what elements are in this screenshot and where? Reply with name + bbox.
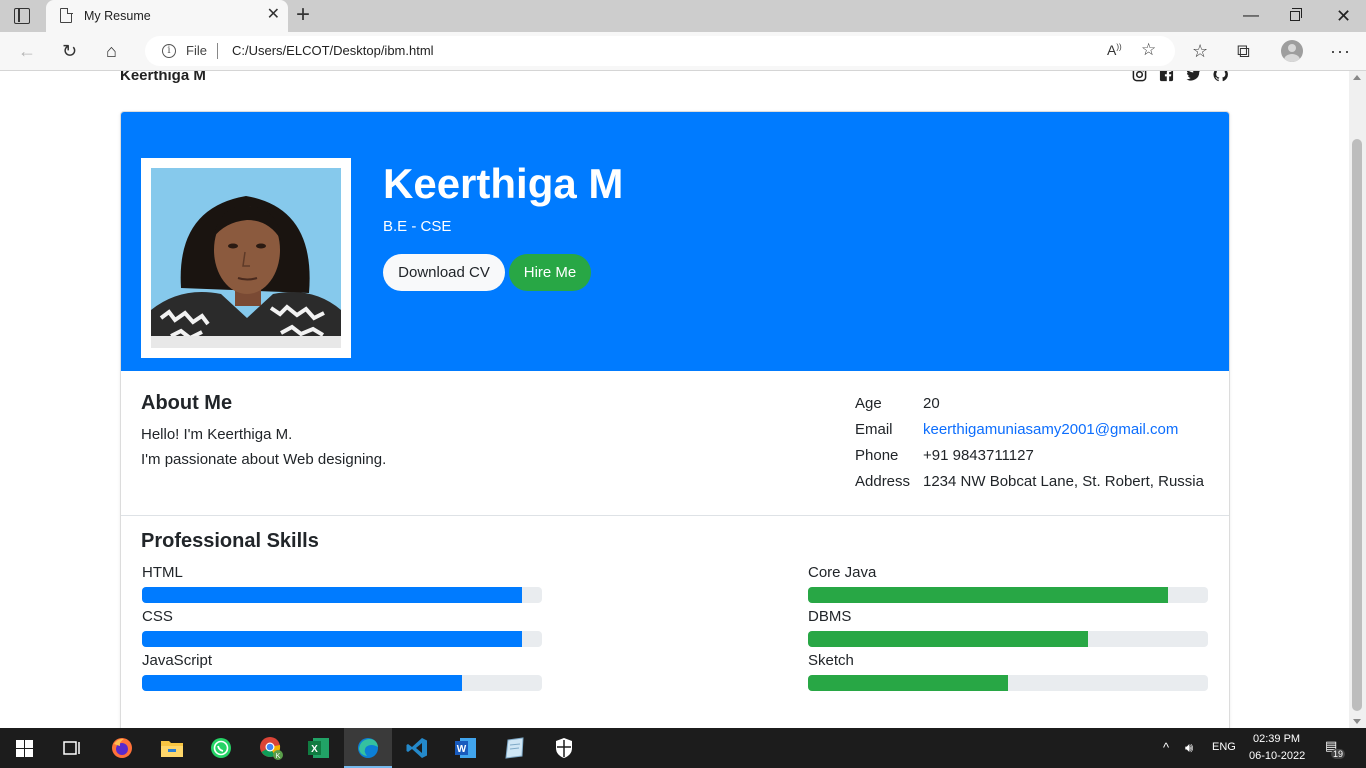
info-icon[interactable]: i: [162, 44, 176, 58]
refresh-icon[interactable]: ↻: [62, 41, 77, 61]
browser-tab[interactable]: My Resume ✕: [46, 0, 288, 32]
about-line: I'm passionate about Web designing.: [141, 451, 387, 468]
skill-progress-fill: [142, 675, 462, 691]
info-label-email: Email: [855, 421, 893, 438]
skill-progress-bar: [142, 631, 542, 647]
skill-name: Core Java: [808, 564, 877, 581]
skill-progress-bar: [142, 675, 542, 691]
hire-me-button[interactable]: Hire Me: [509, 254, 591, 291]
file-explorer-icon[interactable]: [158, 734, 186, 762]
download-cv-button[interactable]: Download CV: [383, 254, 505, 291]
skill-name: Sketch: [808, 652, 854, 669]
skill-progress-bar: [808, 587, 1208, 603]
minimize-icon[interactable]: —: [1243, 6, 1259, 26]
info-value-age: 20: [923, 395, 940, 412]
address-separator: [217, 43, 218, 59]
restore-icon[interactable]: [1290, 6, 1302, 27]
security-icon[interactable]: [550, 734, 578, 762]
info-value-address: 1234 NW Bobcat Lane, St. Robert, Russia: [923, 473, 1204, 490]
skill-name: JavaScript: [142, 652, 213, 669]
twitter-icon[interactable]: [1186, 71, 1201, 82]
collections-icon[interactable]: ⧉: [1237, 41, 1250, 61]
input-language[interactable]: ENG: [1212, 741, 1236, 753]
edge-icon[interactable]: [354, 734, 382, 762]
chrome-icon[interactable]: K: [257, 734, 285, 762]
clock-date[interactable]: 06-10-2022: [1249, 750, 1305, 762]
browser-toolbar: ← ↻ ⌂ i File C:/Users/ELCOT/Desktop/ibm.…: [0, 32, 1366, 71]
skill-progress-bar: [142, 587, 542, 603]
email-link[interactable]: keerthigamuniasamy2001@gmail.com: [923, 421, 1178, 438]
vscode-icon[interactable]: [403, 734, 431, 762]
firefox-icon[interactable]: [108, 734, 136, 762]
profile-avatar[interactable]: [1281, 40, 1303, 62]
whatsapp-icon[interactable]: [207, 734, 235, 762]
scroll-down-icon[interactable]: [1353, 719, 1361, 724]
skill-progress-fill: [808, 631, 1088, 647]
github-icon[interactable]: [1213, 71, 1228, 82]
skills-title: Professional Skills: [141, 530, 319, 552]
windows-taskbar: K X W ^ 🔊︎ ENG 02:39 PM 06-10-2022 ▤ 19: [0, 728, 1366, 768]
notification-count: 19: [1331, 749, 1346, 759]
skill-progress-bar: [808, 675, 1208, 691]
more-menu-icon[interactable]: ···: [1330, 41, 1351, 61]
excel-icon[interactable]: X: [305, 734, 333, 762]
skill-name: DBMS: [808, 608, 852, 625]
profile-photo-frame: [141, 158, 351, 358]
show-hidden-icons[interactable]: ^: [1163, 740, 1169, 755]
navbar-brand[interactable]: Keerthiga M: [120, 71, 206, 84]
volume-icon[interactable]: 🔊︎: [1185, 740, 1193, 756]
skill-progress-bar: [808, 631, 1208, 647]
tab-actions-icon[interactable]: [14, 8, 30, 24]
word-icon[interactable]: W: [452, 734, 480, 762]
address-bar[interactable]: i File C:/Users/ELCOT/Desktop/ibm.html A…: [145, 36, 1175, 66]
info-value-phone: +91 9843711127: [923, 447, 1034, 464]
address-prefix: File: [186, 43, 207, 58]
hero-degree: B.E - CSE: [383, 218, 452, 235]
hero-name: Keerthiga M: [383, 160, 624, 207]
about-title: About Me: [141, 392, 233, 414]
favorites-icon[interactable]: ☆: [1192, 41, 1208, 61]
clock-time[interactable]: 02:39 PM: [1253, 733, 1300, 745]
tab-close-icon[interactable]: ✕: [267, 7, 280, 23]
add-favorite-icon[interactable]: ☆: [1141, 40, 1156, 60]
skill-name: CSS: [142, 608, 173, 625]
info-label-age: Age: [855, 395, 882, 412]
facebook-icon[interactable]: [1159, 71, 1174, 82]
skill-progress-fill: [808, 587, 1168, 603]
skill-progress-fill: [142, 631, 522, 647]
svg-text:K: K: [276, 753, 281, 760]
info-label-phone: Phone: [855, 447, 899, 464]
new-tab-icon[interactable]: +: [296, 3, 310, 27]
page-icon: [60, 7, 73, 23]
info-label-address: Address: [855, 473, 911, 490]
section-divider: [121, 515, 1229, 516]
about-line: Hello! I'm Keerthiga M.: [141, 426, 293, 443]
skill-name: HTML: [142, 564, 183, 581]
windows-start-icon[interactable]: [16, 740, 33, 757]
notes-icon[interactable]: [501, 734, 529, 762]
resume-card: Keerthiga M B.E - CSE Download CV Hire M…: [120, 111, 1230, 728]
scroll-up-icon[interactable]: [1353, 75, 1361, 80]
vertical-scrollbar[interactable]: [1349, 71, 1366, 728]
profile-photo: [151, 168, 341, 348]
back-icon[interactable]: ←: [18, 41, 36, 61]
skill-progress-fill: [142, 587, 522, 603]
page-viewport: Keerthiga M Keerthiga M B.E - CSE Downlo…: [0, 71, 1349, 728]
read-aloud-icon[interactable]: A)): [1107, 42, 1122, 58]
instagram-icon[interactable]: [1132, 71, 1147, 82]
browser-tab-strip: My Resume ✕ + — ✕: [0, 0, 1366, 32]
tab-title: My Resume: [84, 9, 151, 23]
home-icon[interactable]: ⌂: [106, 41, 117, 61]
url-text[interactable]: C:/Users/ELCOT/Desktop/ibm.html: [232, 43, 434, 58]
hero-banner: Keerthiga M B.E - CSE Download CV Hire M…: [121, 112, 1229, 371]
skill-progress-fill: [808, 675, 1008, 691]
window-close-icon[interactable]: ✕: [1336, 6, 1351, 26]
scroll-thumb[interactable]: [1352, 139, 1362, 711]
social-links: [1132, 71, 1228, 82]
task-view-icon[interactable]: [58, 734, 86, 762]
svg-text:W: W: [457, 744, 467, 755]
svg-text:X: X: [311, 744, 318, 755]
